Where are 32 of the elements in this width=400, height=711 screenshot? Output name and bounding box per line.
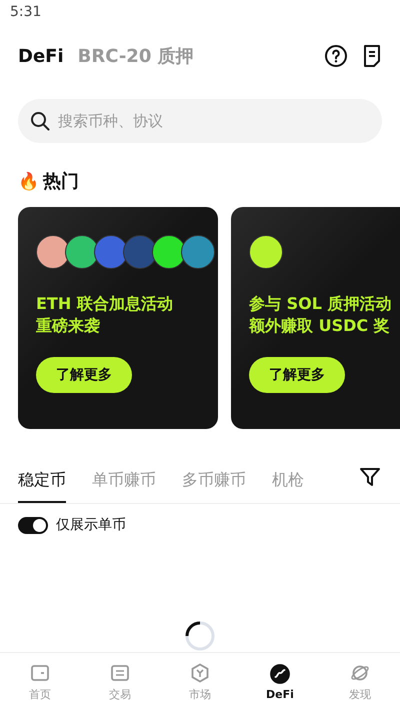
promo-card[interactable]: 参与 SOL 质押活动 额外赚取 USDC 奖 了解更多 — [231, 207, 400, 429]
learn-more-button[interactable]: 了解更多 — [249, 357, 345, 393]
toggle-label: 仅展示单币 — [56, 516, 126, 534]
toggle-switch[interactable] — [18, 516, 48, 534]
trend-icon — [270, 664, 290, 684]
swap-icon — [110, 662, 130, 682]
nav-item[interactable]: 发现 — [320, 653, 400, 711]
document-icon[interactable] — [362, 44, 382, 68]
nav-item[interactable]: 交易 — [80, 653, 160, 711]
category-tab[interactable]: 单币赚币 — [92, 470, 156, 503]
wallet-icon — [30, 662, 50, 682]
filter-icon[interactable] — [359, 466, 381, 488]
learn-more-button[interactable]: 了解更多 — [36, 357, 132, 393]
hexagon-icon — [190, 662, 210, 682]
nav-item[interactable]: 首页 — [0, 653, 80, 711]
category-tab[interactable]: 稳定币 — [18, 470, 66, 503]
nav-item[interactable]: 市场 — [160, 653, 240, 711]
promo-card[interactable]: ETH 联合加息活动 重磅来袭 了解更多 — [18, 207, 218, 429]
help-icon[interactable] — [324, 44, 348, 68]
header-tab[interactable]: BRC-20 质押 — [78, 44, 194, 68]
category-tab[interactable]: 多币赚币 — [182, 470, 246, 503]
nav-item[interactable]: DeFi — [240, 653, 320, 711]
planet-icon — [350, 662, 370, 682]
status-time: 5:31 — [10, 4, 42, 20]
header-tab[interactable]: DeFi — [18, 46, 64, 66]
search-field[interactable]: 搜索币种、协议 — [18, 99, 382, 143]
promo-text: ETH 联合加息活动 重磅来袭 — [36, 293, 174, 337]
promo-text: 参与 SOL 质押活动 额外赚取 USDC 奖 — [249, 293, 392, 337]
loading-spinner-icon — [184, 620, 216, 652]
category-tab[interactable]: 机枪 — [272, 470, 304, 503]
section-title: 热门 — [43, 170, 79, 193]
fire-icon: 🔥 — [18, 170, 39, 192]
